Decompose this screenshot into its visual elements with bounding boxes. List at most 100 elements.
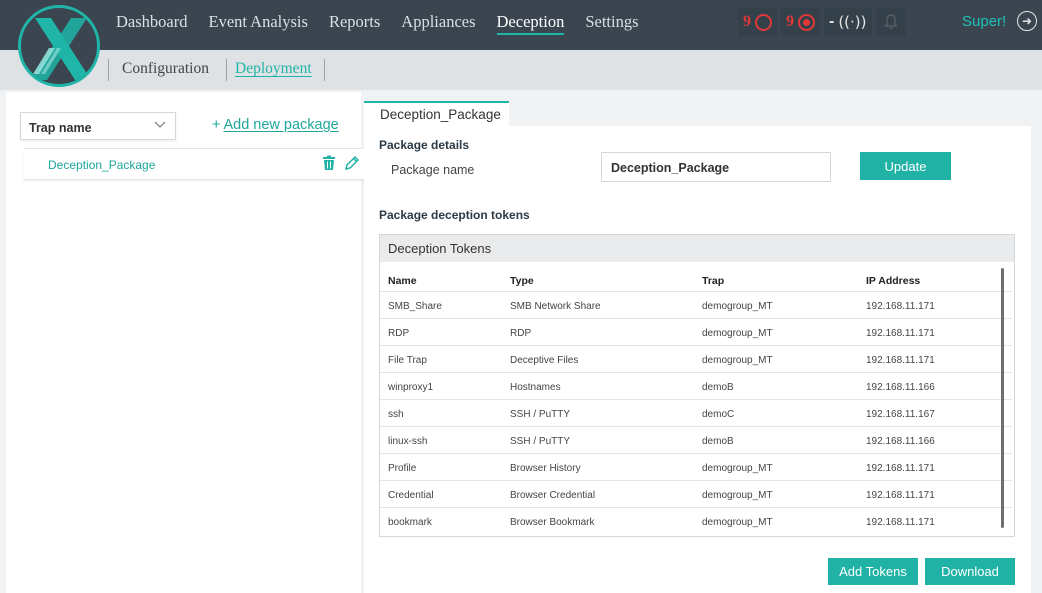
package-name-value: Deception_Package <box>611 161 730 175</box>
broadcast-icon: ((·)) <box>838 13 867 31</box>
token-trap: demogroup_MT <box>702 355 773 366</box>
token-trap: demoB <box>702 436 734 447</box>
tokens-table-header: Deception Tokens <box>380 235 1014 262</box>
token-ip: 192.168.11.166 <box>866 382 935 393</box>
token-trap: demogroup_MT <box>702 328 773 339</box>
token-ip: 192.168.11.167 <box>866 409 935 420</box>
open-alerts-indicator[interactable]: 9 <box>738 8 777 36</box>
trap-name-select-label: Trap name <box>29 121 92 135</box>
tab-label: Deception_Package <box>380 107 501 122</box>
plus-icon: + <box>212 117 221 133</box>
subnav-configuration[interactable]: Configuration <box>122 60 209 78</box>
add-tokens-button[interactable]: Add Tokens <box>828 558 918 585</box>
table-row[interactable]: Profile Browser History demogroup_MT 192… <box>380 453 1012 480</box>
trap-name-select[interactable]: Trap name <box>20 112 176 140</box>
divider <box>226 59 227 81</box>
token-name: winproxy1 <box>388 382 434 393</box>
deception-tokens-table: Deception Tokens Name Type Trap IP Addre… <box>379 234 1015 537</box>
token-trap: demogroup_MT <box>702 463 773 474</box>
nav-dashboard-label: Dashboard <box>116 12 188 31</box>
active-alerts-indicator[interactable]: 9 <box>781 8 820 36</box>
column-header-ip: IP Address <box>866 275 921 287</box>
table-row[interactable]: winproxy1 Hostnames demoB 192.168.11.166 <box>380 372 1012 399</box>
chevron-down-icon <box>154 121 166 132</box>
table-row[interactable]: ssh SSH / PuTTY demoC 192.168.11.167 <box>380 399 1012 426</box>
table-row[interactable]: bookmark Browser Bookmark demogroup_MT 1… <box>380 507 1012 534</box>
trash-icon[interactable] <box>322 155 336 176</box>
divider <box>324 59 325 81</box>
column-header-trap: Trap <box>702 275 725 287</box>
package-name: Deception_Package <box>48 158 156 172</box>
token-name: linux-ssh <box>388 436 428 447</box>
package-detail-panel: Package details Package name Deception_P… <box>364 126 1031 593</box>
tokens-scrollbar[interactable] <box>1001 268 1004 528</box>
token-trap: demogroup_MT <box>702 490 773 501</box>
package-tokens-title: Package deception tokens <box>379 208 530 222</box>
app-logo[interactable] <box>18 5 100 87</box>
package-name-input[interactable]: Deception_Package <box>601 152 831 182</box>
column-header-type: Type <box>510 275 534 287</box>
table-row[interactable]: SMB_Share SMB Network Share demogroup_MT… <box>380 291 1012 318</box>
token-type: RDP <box>510 328 532 339</box>
notifications-button[interactable] <box>875 8 906 36</box>
update-button[interactable]: Update <box>860 152 951 180</box>
table-row[interactable]: RDP RDP demogroup_MT 192.168.11.171 <box>380 318 1012 345</box>
nav-deception-label: Deception <box>496 12 565 35</box>
subnav-deployment[interactable]: Deployment <box>235 60 312 78</box>
bell-icon <box>883 14 898 30</box>
tokens-table-title: Deception Tokens <box>388 241 492 256</box>
active-alerts-count: 9 <box>786 13 794 30</box>
token-ip: 192.168.11.171 <box>866 490 935 501</box>
token-type: Browser History <box>510 463 581 474</box>
package-list-item[interactable]: Deception_Package <box>24 148 364 180</box>
record-icon <box>798 13 815 31</box>
token-type: Deceptive Files <box>510 355 579 366</box>
token-ip: 192.168.11.166 <box>866 436 935 447</box>
token-name: bookmark <box>388 517 432 528</box>
x-logo-icon <box>31 18 91 80</box>
pencil-icon[interactable] <box>344 155 360 176</box>
token-type: Browser Credential <box>510 490 596 501</box>
package-details-title: Package details <box>379 138 470 152</box>
token-trap: demogroup_MT <box>702 517 773 528</box>
nav-dashboard[interactable]: Dashboard <box>116 0 187 32</box>
main-nav: Dashboard Event Analysis Reports Applian… <box>116 0 660 50</box>
token-name: Credential <box>388 490 434 501</box>
user-name[interactable]: Super! <box>962 13 1006 30</box>
nav-deception[interactable]: Deception <box>496 0 565 35</box>
divider <box>108 59 109 81</box>
package-list-panel: Trap name + Add new package Deception_Pac… <box>6 92 364 593</box>
signal-value: - <box>829 13 835 30</box>
token-type: SSH / PuTTY <box>510 436 571 447</box>
token-ip: 192.168.11.171 <box>866 301 935 312</box>
nav-event-analysis[interactable]: Event Analysis <box>208 0 307 32</box>
nav-settings[interactable]: Settings <box>585 0 638 32</box>
tab-deception-package[interactable]: Deception_Package <box>364 101 509 127</box>
token-ip: 192.168.11.171 <box>866 355 935 366</box>
nav-reports[interactable]: Reports <box>329 0 380 32</box>
token-name: SMB_Share <box>388 301 442 312</box>
token-name: RDP <box>388 328 410 339</box>
token-ip: 192.168.11.171 <box>866 328 935 339</box>
table-row[interactable]: Credential Browser Credential demogroup_… <box>380 480 1012 507</box>
table-row[interactable]: linux-ssh SSH / PuTTY demoB 192.168.11.1… <box>380 426 1012 453</box>
status-indicators: 9 9 - ((·)) <box>738 8 906 36</box>
signal-indicator[interactable]: - ((·)) <box>824 8 872 36</box>
add-new-package-label: Add new package <box>223 117 339 133</box>
token-type: Browser Bookmark <box>510 517 595 528</box>
column-header-name: Name <box>388 275 417 287</box>
nav-appliances-label: Appliances <box>401 12 476 31</box>
token-name: ssh <box>388 409 404 420</box>
token-ip: 192.168.11.171 <box>866 463 935 474</box>
ring-icon <box>755 13 772 31</box>
token-ip: 192.168.11.171 <box>866 517 935 528</box>
token-name: File Trap <box>388 355 427 366</box>
logout-button[interactable]: ➜ <box>1017 11 1037 31</box>
top-navbar: Dashboard Event Analysis Reports Applian… <box>0 0 1042 50</box>
open-alerts-count: 9 <box>743 13 751 30</box>
add-new-package-link[interactable]: + Add new package <box>212 117 339 133</box>
table-row[interactable]: File Trap Deceptive Files demogroup_MT 1… <box>380 345 1012 372</box>
nav-appliances[interactable]: Appliances <box>401 0 475 32</box>
package-name-label: Package name <box>391 163 475 177</box>
download-button[interactable]: Download <box>925 558 1015 585</box>
